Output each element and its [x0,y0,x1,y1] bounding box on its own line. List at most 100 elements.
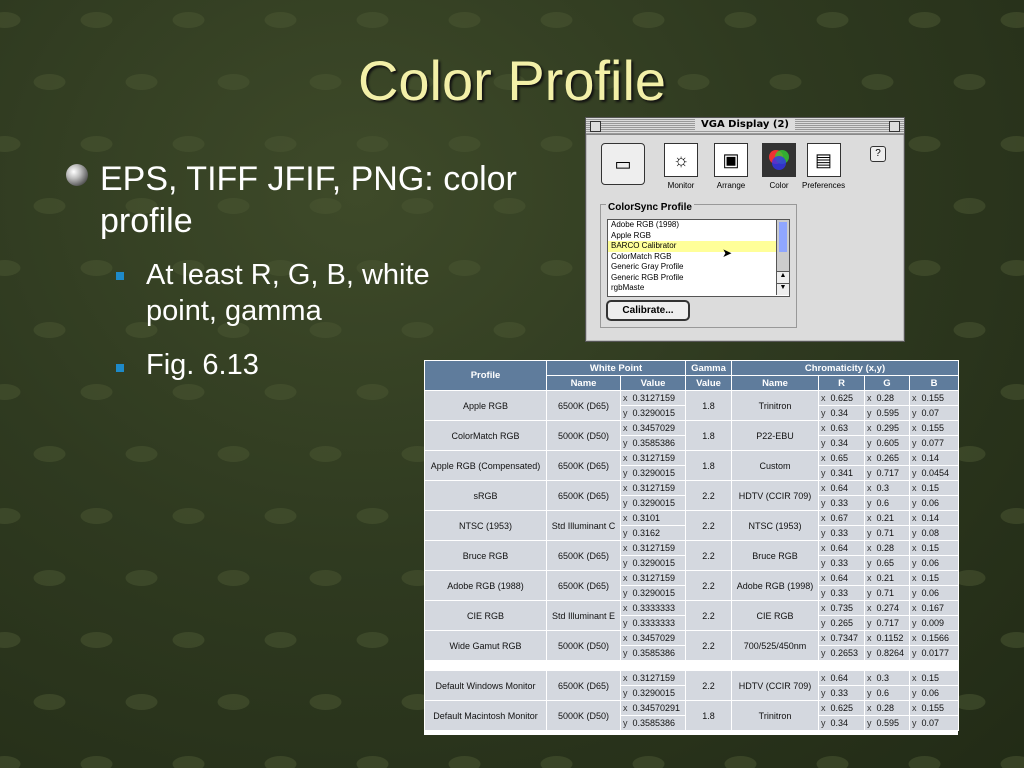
chroma-r-x: 0.63 [830,423,849,433]
chroma-g-x: 0.28 [876,393,895,403]
bullet-text: EPS, TIFF JFIF, PNG: color profile [100,160,517,240]
list-scrollbar[interactable]: ▲ ▼ [776,220,789,295]
list-item-selected[interactable]: BARCO Calibrator [608,241,789,252]
background-dot [356,12,389,28]
chroma-g-y: 0.595 [876,718,900,728]
chroma-r-x: 0.625 [830,393,854,403]
chroma-r-x: 0.64 [830,673,849,683]
white-point-name: 5000K (D50) [546,630,621,661]
background-dot [264,12,297,28]
square-bullet-icon [116,272,124,280]
background-dot [0,384,21,400]
background-dot [33,446,66,462]
chroma-b-y: 0.06 [921,498,940,508]
background-dot [908,12,941,28]
table-row: Default Windows Monitor 6500K (D65) x 0.312… [424,670,959,701]
tool-arrange[interactable]: ▣ Arrange [714,143,748,190]
chroma-g-y: 0.605 [876,438,900,448]
white-point-name: 5000K (D50) [546,420,621,451]
header-gamma: Gamma [685,360,732,376]
white-point-name: 6500K (D65) [546,540,621,571]
background-dot [356,632,389,648]
list-item[interactable]: ColorMatch RGB [608,252,789,263]
close-box-icon[interactable] [590,121,601,132]
white-point-x: 0.3333333 [632,603,676,613]
tool-color[interactable]: Color [762,143,796,190]
chroma-b-x: 0.15 [921,573,940,583]
monitor-panel-icon[interactable]: ▭ [601,143,645,189]
background-dot [540,12,573,28]
tool-preferences[interactable]: ▤ Preferences [802,143,845,190]
background-dot [172,136,205,152]
list-item[interactable]: rgbMaste [608,283,789,294]
list-item[interactable]: Adobe RGB (1998) [608,220,789,231]
header-g: G [864,375,910,391]
background-dot [125,446,158,462]
chroma-b-y: 0.06 [921,688,940,698]
chroma-b-x: 0.1566 [921,633,950,643]
chroma-b-y: 0.0177 [921,648,950,658]
gamma-value: 2.2 [685,670,732,701]
background-dot [0,756,21,768]
chroma-r-x: 0.735 [830,603,854,613]
chroma-name: Trinitron [731,390,819,421]
table-row: CIE RGB Std Illuminant Ex 0.3333333 2.2 CIE … [424,600,959,631]
profile-list[interactable]: Adobe RGB (1998) Apple RGB BARCO Calibra… [607,219,790,297]
chroma-r-x: 0.64 [830,573,849,583]
white-point-y: 0.3585386 [632,718,676,728]
gamma-value: 1.8 [685,420,732,451]
chroma-g-y: 0.8264 [876,648,905,658]
chroma-g-y: 0.65 [876,558,895,568]
profile-table: Profile White Point Gamma Chromaticity (… [424,360,959,735]
gamma-value: 2.2 [685,570,732,601]
background-dot [632,12,665,28]
help-icon[interactable]: ? [870,146,886,162]
profile-name: Default Macintosh Monitor [424,700,547,731]
gamma-value: 1.8 [685,450,732,481]
background-dot [80,136,113,152]
chroma-r-y: 0.34 [830,408,849,418]
chroma-r-y: 0.265 [830,618,854,628]
background-dot [125,694,158,710]
chroma-r-y: 0.33 [830,498,849,508]
tool-monitor[interactable]: ☼ Monitor [664,143,698,190]
profile-name: Default Windows Monitor [424,670,547,701]
background-dot [356,756,389,768]
background-dot [356,384,389,400]
background-dot [217,446,250,462]
background-dot [309,446,342,462]
background-dot [80,632,113,648]
background-dot [264,384,297,400]
chroma-g-x: 0.3 [876,673,890,683]
chroma-r-x: 0.64 [830,483,849,493]
list-item[interactable]: Apple RGB [608,231,789,242]
scroll-thumb[interactable] [779,222,787,252]
white-point-y: 0.3290015 [632,688,676,698]
background-dot [448,12,481,28]
window-titlebar[interactable]: VGA Display (2) [586,118,904,135]
background-dot [908,136,941,152]
background-dot [33,694,66,710]
gamma-value: 2.2 [685,630,732,661]
background-dot [33,198,66,214]
chroma-b-x: 0.167 [921,603,945,613]
calibrate-button[interactable]: Calibrate... [606,300,690,321]
scroll-up-icon[interactable]: ▲ [777,271,789,283]
chroma-g-x: 0.3 [876,483,890,493]
background-dot [953,198,986,214]
header-b: B [909,375,959,391]
background-dot [80,384,113,400]
background-dot [540,260,573,276]
white-point-x: 0.3127159 [632,483,676,493]
monitor-icon: ☼ [664,143,698,177]
chroma-g-y: 0.717 [876,468,900,478]
background-dot [172,12,205,28]
list-item[interactable]: Generic Gray Profile [608,262,789,273]
chroma-name: 700/525/450nm [731,630,819,661]
scroll-down-icon[interactable]: ▼ [777,283,789,295]
zoom-box-icon[interactable] [889,121,900,132]
chroma-b-x: 0.155 [921,703,945,713]
background-dot [816,756,849,768]
list-item[interactable]: Generic RGB Profile [608,273,789,284]
gamma-value: 2.2 [685,540,732,571]
